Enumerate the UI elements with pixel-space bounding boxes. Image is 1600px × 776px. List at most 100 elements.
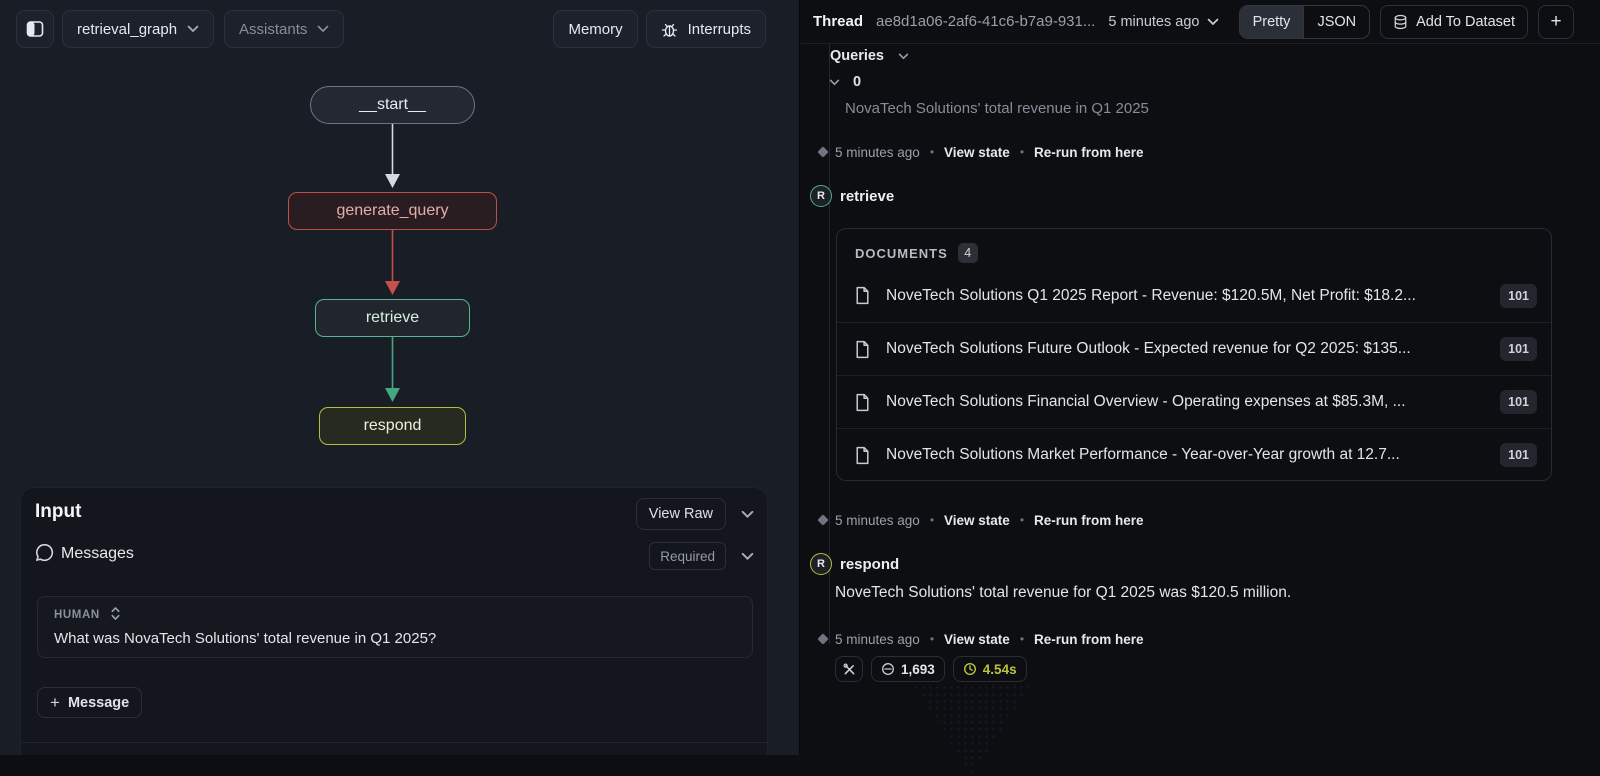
pretty-tab[interactable]: Pretty bbox=[1240, 6, 1304, 38]
format-toggle: Pretty JSON bbox=[1239, 5, 1371, 39]
query-item-toggle[interactable]: 0 bbox=[829, 74, 861, 90]
input-panel-title: Input bbox=[35, 501, 81, 523]
graph-toolbar-right: Memory Interrupts bbox=[553, 10, 766, 48]
documents-label: DOCUMENTS bbox=[855, 246, 948, 261]
chevron-down-icon bbox=[187, 25, 199, 33]
memory-label: Memory bbox=[568, 21, 622, 38]
document-row[interactable]: NoveTech Solutions Market Performance - … bbox=[837, 428, 1551, 481]
add-message-label: Message bbox=[68, 695, 129, 711]
edge-retrieve-respond-arrow bbox=[385, 388, 400, 402]
input-collapse-button[interactable] bbox=[737, 504, 757, 524]
message-text[interactable]: What was NovaTech Solutions' total reven… bbox=[54, 630, 436, 647]
respond-output-text: NoveTech Solutions' total revenue for Q1… bbox=[835, 584, 1291, 602]
file-icon bbox=[855, 286, 870, 305]
input-panel-divider bbox=[21, 742, 767, 743]
thread-pane: Thread ae8d1a06-2af6-41c6-b7a9-931... 5 … bbox=[801, 0, 1600, 755]
rerun-link[interactable]: Re-run from here bbox=[1034, 145, 1144, 160]
token-count-badge[interactable]: 1,693 bbox=[871, 656, 945, 682]
thread-id: ae8d1a06-2af6-41c6-b7a9-931... bbox=[876, 13, 1095, 30]
node-label: respond bbox=[364, 417, 422, 435]
graph-select-label: retrieval_graph bbox=[77, 21, 177, 38]
document-row[interactable]: NoveTech Solutions Financial Overview - … bbox=[837, 375, 1551, 428]
thread-header-actions: Pretty JSON Add To Dataset + bbox=[1239, 5, 1574, 39]
thread-header: Thread ae8d1a06-2af6-41c6-b7a9-931... 5 … bbox=[801, 0, 1600, 44]
graph-node-retrieve[interactable]: retrieve bbox=[315, 299, 470, 337]
thread-age-dropdown[interactable]: 5 minutes ago bbox=[1108, 14, 1219, 30]
dot-separator: • bbox=[930, 513, 934, 527]
rerun-link[interactable]: Re-run from here bbox=[1034, 513, 1144, 528]
checkpoint-meta-row: 5 minutes ago • View state • Re-run from… bbox=[835, 142, 1144, 162]
canvas-watermark bbox=[913, 684, 1031, 776]
assistants-label: Assistants bbox=[239, 21, 307, 38]
new-thread-button[interactable]: + bbox=[1538, 5, 1574, 39]
messages-collapse-button[interactable] bbox=[737, 546, 757, 566]
message-role-label: HUMAN bbox=[54, 609, 100, 621]
sidebar-toggle-button[interactable] bbox=[16, 10, 54, 48]
graph-select-dropdown[interactable]: retrieval_graph bbox=[62, 10, 214, 48]
panel-icon bbox=[26, 20, 44, 38]
checkpoint-meta-row: 5 minutes ago • View state • Re-run from… bbox=[835, 629, 1144, 649]
duration-badge[interactable]: 4.54s bbox=[953, 656, 1027, 682]
duration-value: 4.54s bbox=[983, 662, 1017, 677]
role-sort-icon[interactable] bbox=[110, 606, 121, 626]
add-to-dataset-button[interactable]: Add To Dataset bbox=[1380, 5, 1528, 39]
human-message-card[interactable]: HUMAN What was NovaTech Solutions' total… bbox=[37, 596, 753, 658]
thread-title: Thread bbox=[813, 13, 863, 30]
graph-node-respond[interactable]: respond bbox=[319, 407, 466, 445]
checkpoint-time: 5 minutes ago bbox=[835, 145, 920, 160]
dot-separator: • bbox=[1020, 145, 1024, 159]
chevron-down-icon bbox=[898, 53, 909, 60]
rerun-link[interactable]: Re-run from here bbox=[1034, 632, 1144, 647]
query-value: NovaTech Solutions' total revenue in Q1 … bbox=[845, 100, 1149, 117]
document-score-badge: 101 bbox=[1500, 390, 1537, 414]
checkpoint-diamond-icon bbox=[817, 146, 828, 157]
clock-icon bbox=[963, 662, 977, 676]
tools-button[interactable] bbox=[835, 656, 863, 682]
document-title: NoveTech Solutions Market Performance - … bbox=[886, 446, 1400, 464]
chevron-down-icon bbox=[829, 79, 840, 86]
view-state-link[interactable]: View state bbox=[944, 632, 1010, 647]
respond-step-row: R respond bbox=[810, 553, 899, 575]
graph-pane: retrieval_graph Assistants Memory Interr… bbox=[0, 0, 800, 755]
interrupts-label: Interrupts bbox=[688, 21, 751, 38]
view-state-link[interactable]: View state bbox=[944, 145, 1010, 160]
document-row[interactable]: NoveTech Solutions Q1 2025 Report - Reve… bbox=[837, 269, 1551, 322]
retrieve-avatar: R bbox=[810, 185, 832, 207]
query-index: 0 bbox=[853, 74, 861, 90]
document-score-badge: 101 bbox=[1500, 443, 1537, 467]
chevron-down-icon bbox=[1207, 18, 1219, 26]
respond-avatar: R bbox=[810, 553, 832, 575]
json-tab[interactable]: JSON bbox=[1303, 6, 1369, 38]
chevron-down-icon bbox=[317, 25, 329, 33]
dot-separator: • bbox=[930, 632, 934, 646]
thread-body: Queries 0 NovaTech Solutions' total reve… bbox=[801, 44, 1600, 755]
plus-icon: + bbox=[50, 693, 60, 713]
tools-icon bbox=[843, 663, 856, 676]
edge-start-generate-arrow bbox=[385, 174, 400, 188]
documents-card: DOCUMENTS 4 NoveTech Solutions Q1 2025 R… bbox=[836, 228, 1552, 481]
queries-label: Queries bbox=[830, 48, 884, 64]
checkpoint-diamond-icon bbox=[817, 514, 828, 525]
document-title: NoveTech Solutions Future Outlook - Expe… bbox=[886, 340, 1411, 358]
node-label: generate_query bbox=[336, 202, 448, 220]
run-stats-row: 1,693 4.54s bbox=[835, 656, 1027, 682]
retrieve-step-row: R retrieve bbox=[810, 185, 894, 207]
thread-age-label: 5 minutes ago bbox=[1108, 14, 1199, 30]
graph-node-generate-query[interactable]: generate_query bbox=[288, 192, 497, 230]
add-to-dataset-label: Add To Dataset bbox=[1416, 14, 1515, 30]
assistants-dropdown[interactable]: Assistants bbox=[224, 10, 344, 48]
graph-node-start[interactable]: __start__ bbox=[310, 86, 475, 124]
view-raw-button[interactable]: View Raw bbox=[636, 498, 726, 530]
add-message-button[interactable]: + Message bbox=[37, 687, 142, 718]
view-raw-label: View Raw bbox=[649, 506, 713, 522]
node-label: retrieve bbox=[366, 309, 419, 327]
dot-separator: • bbox=[1020, 632, 1024, 646]
messages-section-label: Messages bbox=[61, 545, 134, 563]
view-state-link[interactable]: View state bbox=[944, 513, 1010, 528]
dot-separator: • bbox=[1020, 513, 1024, 527]
queries-section-toggle[interactable]: Queries bbox=[830, 48, 909, 64]
memory-button[interactable]: Memory bbox=[553, 10, 637, 48]
document-row[interactable]: NoveTech Solutions Future Outlook - Expe… bbox=[837, 322, 1551, 375]
interrupts-button[interactable]: Interrupts bbox=[646, 10, 766, 48]
document-score-badge: 101 bbox=[1500, 337, 1537, 361]
